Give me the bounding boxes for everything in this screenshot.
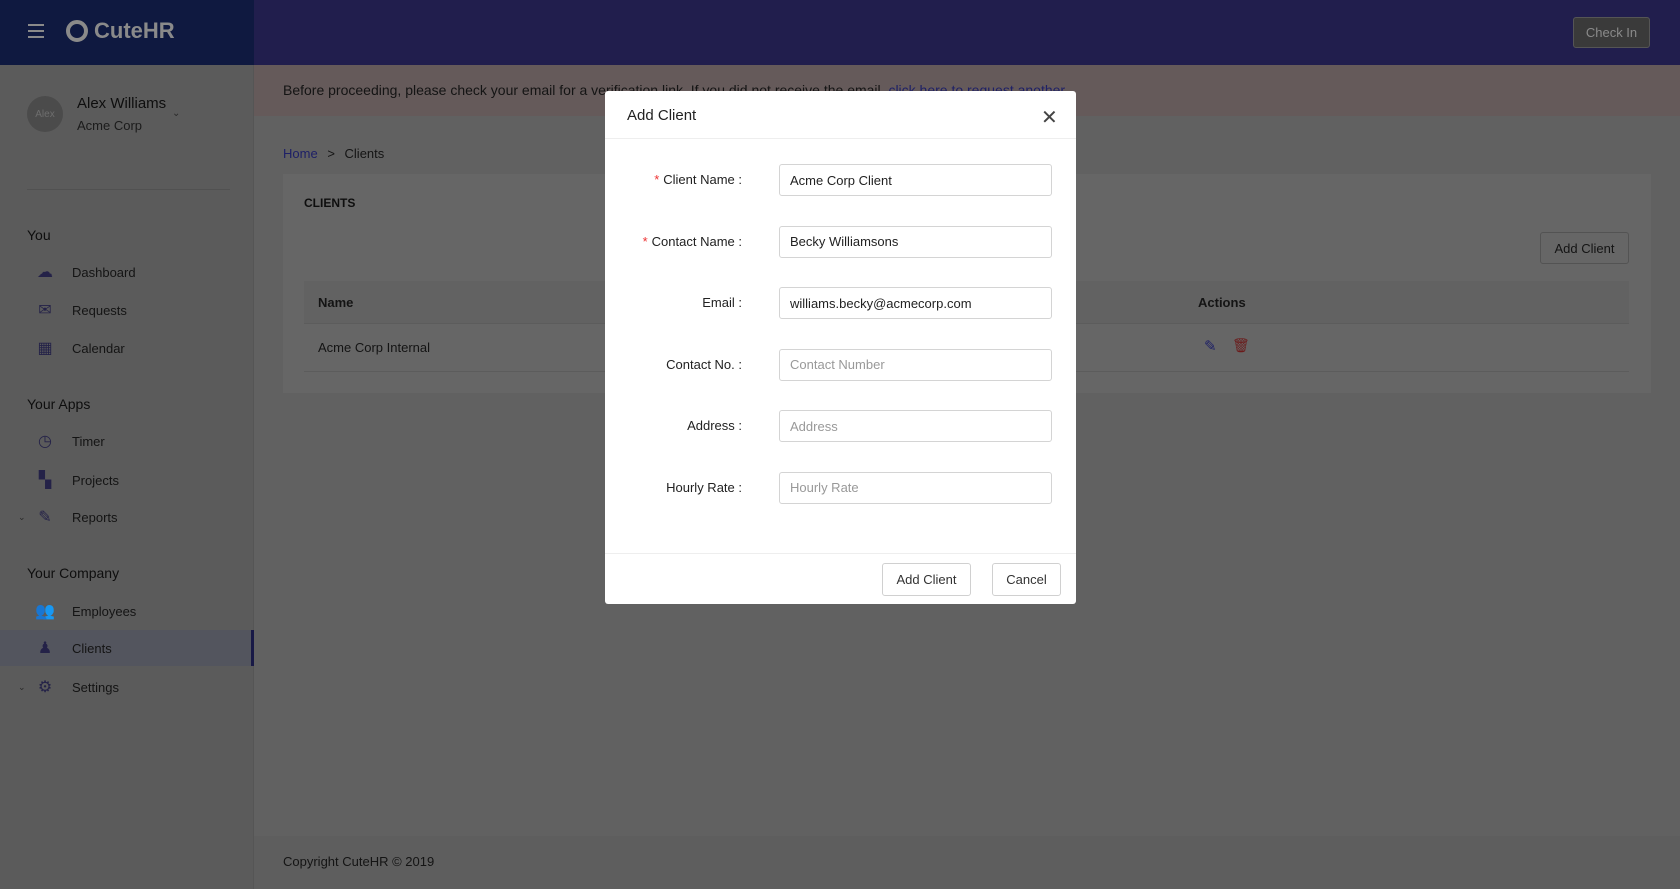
client-name: Acme Corp Internal <box>318 340 430 355</box>
breadcrumb-separator: > <box>327 146 335 161</box>
gear-icon: ⚙ <box>37 679 53 696</box>
breadcrumb-home[interactable]: Home <box>283 146 318 161</box>
field-label-text: Client Name : <box>663 172 742 187</box>
contact-number-input[interactable] <box>779 348 1052 381</box>
required-marker: * <box>642 233 648 249</box>
hourly-rate-label: Hourly Rate : <box>605 480 742 495</box>
sidebar-item-label: Employees <box>72 603 137 619</box>
card-title: CLIENTS <box>304 196 356 210</box>
logo-text: CuteHR <box>94 18 175 43</box>
sidebar-item-reports[interactable]: ⌄ ✎ Reports <box>0 499 254 535</box>
sidebar-item-label: Timer <box>72 433 105 449</box>
submit-add-client-button[interactable]: Add Client <box>882 563 971 596</box>
modal-header: Add Client ✕ <box>605 91 1076 139</box>
sidebar-item-clients[interactable]: ♟ Clients <box>0 630 254 666</box>
sidebar-item-label: Requests <box>72 302 127 318</box>
client-name-label: * Client Name : <box>605 172 742 187</box>
section-your-company: Your Company <box>27 565 120 581</box>
user-name[interactable]: Alex Williams <box>77 95 166 112</box>
sidebar-item-label: Calendar <box>72 340 125 356</box>
delete-icon[interactable]: 🗑 <box>1232 337 1250 354</box>
chevron-down-icon: ⌄ <box>18 511 26 522</box>
add-client-modal: Add Client ✕ *Client Name :*Contact Name… <box>605 91 1076 604</box>
logo[interactable]: CuteHR <box>66 18 175 44</box>
breadcrumb-current: Clients <box>344 146 385 161</box>
copyright: Copyright CuteHR © 2019 <box>283 854 435 869</box>
users-icon: 👥 <box>35 603 55 620</box>
close-icon[interactable]: ✕ <box>1041 105 1058 130</box>
menu-toggle-icon[interactable] <box>28 24 44 38</box>
modal-title: Add Client <box>627 107 697 124</box>
field-label-text: Email : <box>702 295 742 310</box>
client-name-input[interactable] <box>779 164 1052 196</box>
sidebar-item-label: Settings <box>72 679 119 695</box>
divider <box>27 189 230 190</box>
contact-name-label: * Contact Name : <box>605 234 742 249</box>
field-label-text: Hourly Rate : <box>666 479 742 495</box>
footer: Copyright CuteHR © 2019 <box>254 836 1680 889</box>
section-your-apps: Your Apps <box>27 396 91 412</box>
grid-icon: ▚ <box>38 472 52 489</box>
breadcrumb: Home > Clients <box>283 146 384 161</box>
sidebar-item-employees[interactable]: 👥 Employees <box>0 593 254 629</box>
chevron-down-icon[interactable]: ⌄ <box>172 108 180 119</box>
email-label: Email : <box>605 295 742 310</box>
chevron-down-icon: ⌄ <box>18 681 26 692</box>
modal-footer-divider <box>605 553 1076 554</box>
contact-number-label: Contact No. : <box>605 357 742 372</box>
sidebar-item-projects[interactable]: ▚ Projects <box>0 462 254 498</box>
field-label-text: Address : <box>687 418 742 433</box>
field-label-text: Contact No. : <box>666 356 742 372</box>
sidebar-item-label: Clients <box>72 640 112 656</box>
calendar-icon: ▦ <box>37 340 53 357</box>
sidebar-item-timer[interactable]: ◷ Timer <box>0 423 254 459</box>
logo-icon <box>66 20 88 42</box>
field-label-text: Contact Name : <box>651 233 742 249</box>
user-company: Acme Corp <box>77 118 143 133</box>
address-input[interactable] <box>779 410 1052 442</box>
top-bar <box>254 0 1680 65</box>
sidebar-item-dashboard[interactable]: ☁ Dashboard <box>0 254 254 290</box>
email-input[interactable] <box>779 287 1052 319</box>
sidebar-item-calendar[interactable]: ▦ Calendar <box>0 330 254 366</box>
sidebar-item-requests[interactable]: ✉ Requests <box>0 292 254 328</box>
sidebar-item-settings[interactable]: ⌄ ⚙ Settings <box>0 669 254 705</box>
required-marker: * <box>654 172 660 187</box>
person-icon: ♟ <box>37 640 53 657</box>
edit-icon: ✎ <box>38 509 52 526</box>
check-in-button[interactable]: Check In <box>1573 17 1650 48</box>
sidebar-item-label: Reports <box>72 509 118 525</box>
dashboard-icon: ☁ <box>37 264 53 281</box>
column-name: Name <box>318 295 354 310</box>
add-client-button[interactable]: Add Client <box>1540 232 1629 264</box>
sidebar-item-label: Projects <box>72 472 119 488</box>
sidebar-item-label: Dashboard <box>72 264 136 280</box>
avatar[interactable]: Alex <box>27 96 63 132</box>
section-you: You <box>27 227 51 243</box>
column-actions: Actions <box>1198 295 1246 310</box>
hourly-rate-input[interactable] <box>779 471 1052 504</box>
contact-name-input[interactable] <box>779 225 1052 258</box>
edit-icon[interactable]: ✎ <box>1204 337 1217 355</box>
clock-icon: ◷ <box>38 433 52 450</box>
mail-icon: ✉ <box>38 302 52 319</box>
address-label: Address : <box>605 418 742 433</box>
cancel-button[interactable]: Cancel <box>992 563 1061 596</box>
